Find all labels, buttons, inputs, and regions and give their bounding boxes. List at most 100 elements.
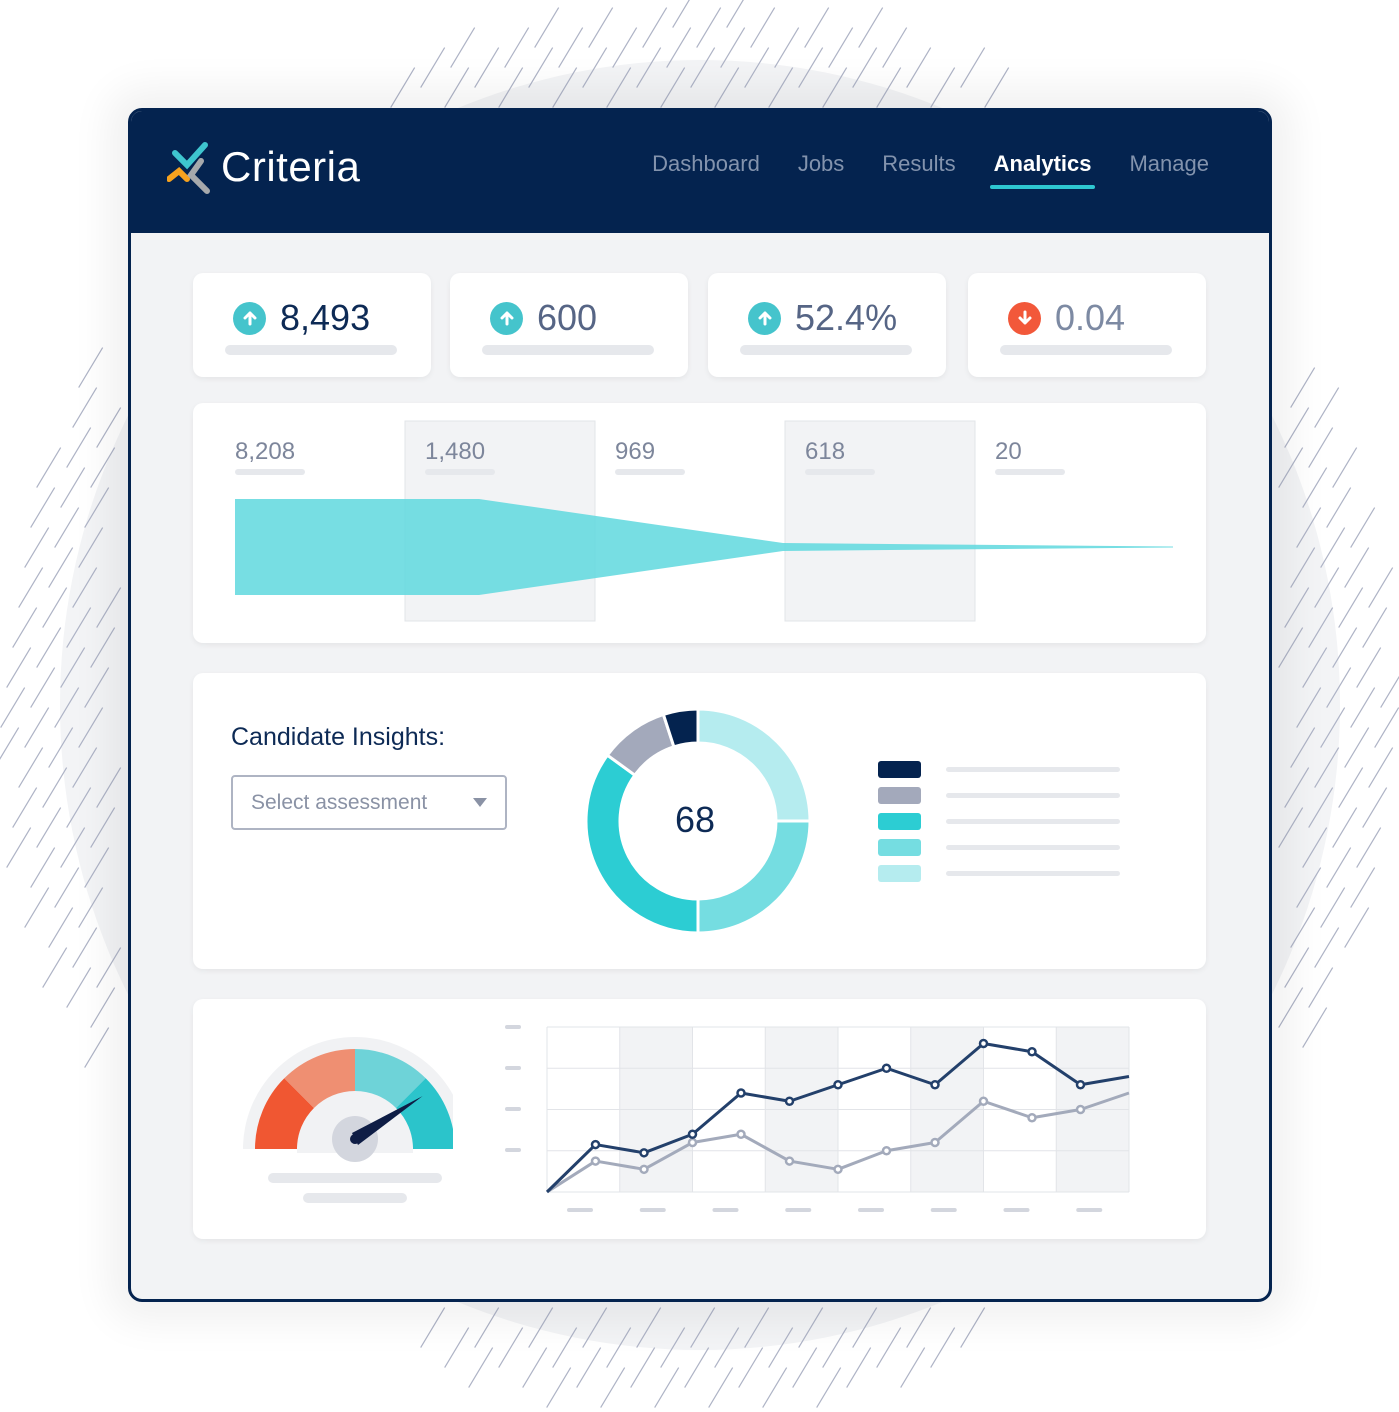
- hatch-line: [1314, 387, 1340, 428]
- data-point[interactable]: [639, 1164, 649, 1175]
- hatch-line: [606, 1327, 632, 1368]
- nav-item-analytics[interactable]: Analytics: [989, 151, 1096, 189]
- hatch-line: [84, 667, 110, 708]
- hatch-line: [60, 647, 86, 688]
- kpi-value: 600: [537, 297, 598, 338]
- data-point[interactable]: [784, 1156, 795, 1166]
- hatch-line: [666, 27, 692, 68]
- data-point[interactable]: [978, 1038, 989, 1049]
- nav-item-jobs[interactable]: Jobs: [798, 151, 844, 189]
- hatch-line: [1308, 787, 1334, 828]
- data-point[interactable]: [687, 1137, 698, 1148]
- funnel-stage-sublabel: [805, 469, 875, 475]
- x-tick-label: [1003, 1208, 1030, 1212]
- data-point[interactable]: [1075, 1104, 1086, 1115]
- hatch-line: [48, 907, 74, 948]
- y-tick-label: [505, 1025, 521, 1029]
- hatch-line: [1290, 907, 1316, 948]
- data-point[interactable]: [881, 1063, 892, 1073]
- hatch-line: [30, 667, 56, 708]
- hatch-line: [1308, 427, 1334, 468]
- data-point[interactable]: [881, 1146, 892, 1156]
- hatch-line: [768, 1327, 794, 1368]
- hatch-line: [612, 27, 638, 68]
- hatch-line: [708, 1367, 734, 1408]
- kpi-value: 8,493: [280, 297, 371, 338]
- hatch-line: [42, 947, 68, 988]
- funnel-stage-label: 1,480: [425, 438, 485, 465]
- hatch-line: [846, 1347, 872, 1388]
- hatch-line: [36, 807, 62, 848]
- criteria-logo[interactable]: Criteria: [167, 137, 360, 197]
- hatch-line: [1368, 567, 1394, 608]
- x-tick-label: [1076, 1208, 1103, 1212]
- hatch-line: [882, 27, 908, 68]
- data-point[interactable]: [978, 1096, 989, 1106]
- hatch-line: [66, 427, 92, 468]
- hatch-line: [24, 527, 50, 568]
- hatch-line: [72, 927, 98, 968]
- hatch-line: [1302, 827, 1328, 868]
- hatch-line: [1284, 407, 1310, 448]
- data-point[interactable]: [930, 1137, 940, 1148]
- hatch-line: [654, 1367, 680, 1408]
- hatch-line: [792, 1347, 818, 1388]
- hatch-line: [72, 387, 98, 428]
- hatch-line: [1350, 687, 1376, 728]
- legend-label-placeholder: [946, 845, 1120, 850]
- hatch-line: [420, 1307, 446, 1348]
- data-point[interactable]: [1027, 1047, 1037, 1057]
- hatch-line: [1326, 667, 1352, 708]
- hatch-line: [1278, 627, 1304, 668]
- candidate-insights-card: Candidate Insights: Select assessment 68: [193, 673, 1206, 969]
- data-point[interactable]: [784, 1096, 795, 1106]
- arrow-up-circle-icon: [490, 301, 523, 335]
- hatch-line: [1344, 907, 1370, 948]
- nav-item-results[interactable]: Results: [882, 151, 955, 189]
- data-point[interactable]: [833, 1080, 843, 1090]
- hatch-line: [0, 727, 20, 760]
- funnel-stage-label: 969: [615, 438, 655, 465]
- hatch-line: [1356, 647, 1382, 688]
- hatch-line: [1314, 567, 1340, 608]
- hatch-line: [696, 7, 722, 48]
- hatch-line: [1302, 1007, 1328, 1048]
- hatch-line: [84, 1027, 110, 1068]
- data-point[interactable]: [590, 1139, 601, 1150]
- data-point[interactable]: [736, 1129, 746, 1139]
- hatch-line: [504, 27, 530, 68]
- data-point[interactable]: [590, 1156, 601, 1166]
- hatch-line: [30, 487, 56, 528]
- hatch-line: [906, 1307, 932, 1348]
- data-point[interactable]: [687, 1129, 698, 1139]
- data-point[interactable]: [736, 1088, 746, 1098]
- y-tick-label: [505, 1066, 521, 1070]
- hatch-line: [1308, 607, 1334, 648]
- hatch-line: [582, 1307, 608, 1348]
- nav-item-manage[interactable]: Manage: [1129, 151, 1209, 189]
- x-tick-label: [930, 1208, 957, 1212]
- nav-item-dashboard[interactable]: Dashboard: [652, 151, 760, 189]
- hatch-line: [576, 1347, 602, 1388]
- data-point[interactable]: [639, 1148, 649, 1158]
- data-point[interactable]: [1027, 1113, 1037, 1123]
- donut-segment[interactable]: [584, 753, 700, 935]
- hatch-line: [1332, 447, 1358, 488]
- data-point[interactable]: [930, 1080, 940, 1090]
- hatch-line: [534, 7, 560, 48]
- hatch-line: [1284, 767, 1310, 808]
- hatch-line: [600, 1367, 626, 1408]
- hatch-line: [444, 67, 470, 108]
- hatch-line: [1356, 827, 1382, 868]
- trends-card: [193, 999, 1206, 1239]
- hatch-line: [744, 1307, 770, 1348]
- kpi-label-placeholder: [482, 345, 654, 355]
- data-point[interactable]: [1075, 1080, 1086, 1090]
- hatch-line: [1338, 767, 1364, 808]
- hatch-line: [1308, 967, 1334, 1008]
- funnel-stage-sublabel: [425, 469, 495, 475]
- hatch-line: [636, 47, 662, 88]
- hatch-line: [42, 767, 68, 808]
- top-navigation-bar: Criteria Dashboard Jobs Results Analytics Ma…: [131, 111, 1269, 233]
- data-point[interactable]: [833, 1164, 843, 1175]
